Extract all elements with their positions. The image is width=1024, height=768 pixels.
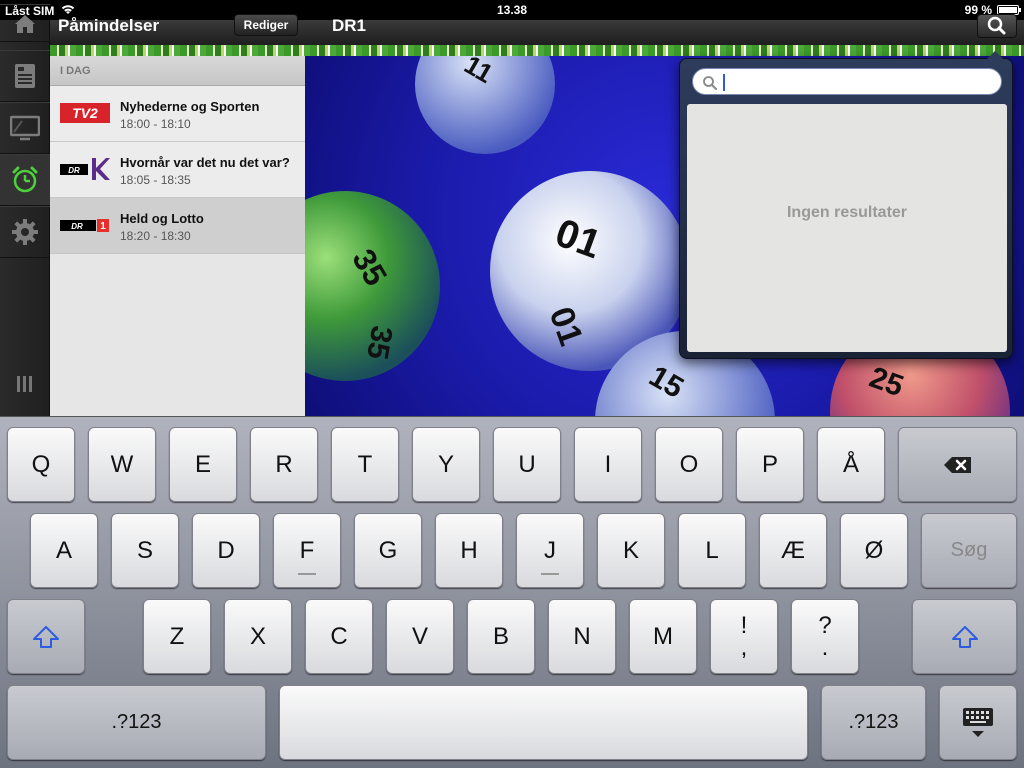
home-icon <box>15 15 35 33</box>
key-j-label: J <box>544 536 556 564</box>
reminder-list: I DAG TV2 Nyhederne og Sporten 18:00 - 1… <box>50 56 305 416</box>
sidebar-item-home[interactable] <box>0 4 50 42</box>
dr-k-logo: DR <box>60 158 110 180</box>
key-l[interactable]: L <box>678 513 746 588</box>
program-title: Nyhederne og Sporten <box>120 99 260 114</box>
list-item[interactable]: DR 1 Held og Lotto 18:20 - 18:30 <box>50 198 305 254</box>
program-time: 18:05 - 18:35 <box>120 173 191 187</box>
dr1-logo: DR 1 <box>60 219 109 232</box>
key-m[interactable]: M <box>629 599 697 674</box>
key-h[interactable]: H <box>435 513 503 588</box>
program-title: Held og Lotto <box>120 211 204 226</box>
tv2-logo: TV2 <box>60 103 110 123</box>
home-row-marker <box>541 573 559 575</box>
list-item[interactable]: TV2 Nyhederne og Sporten 18:00 - 18:10 <box>50 86 305 142</box>
shift-icon <box>951 625 978 648</box>
sidebar-item-settings[interactable] <box>0 206 50 258</box>
text-cursor <box>723 74 725 91</box>
key-q[interactable]: Q <box>7 427 75 502</box>
shift-key-right[interactable] <box>912 599 1017 674</box>
popover-arrow <box>986 51 1004 60</box>
alarm-clock-icon <box>12 166 38 193</box>
icon-sidebar <box>0 4 50 416</box>
key-n[interactable]: N <box>548 599 616 674</box>
program-time: 18:20 - 18:30 <box>120 229 191 243</box>
keyboard-dismiss-icon <box>963 707 993 737</box>
sidebar-item-guide[interactable] <box>0 50 50 102</box>
key-f[interactable]: F <box>273 513 341 588</box>
key-comma-label: , <box>740 633 748 661</box>
tv-icon <box>10 115 40 141</box>
clock: 13.38 <box>496 3 528 17</box>
key-y[interactable]: Y <box>412 427 480 502</box>
svg-text:DR: DR <box>71 222 83 231</box>
drag-handle[interactable] <box>17 376 32 392</box>
key-o[interactable]: O <box>655 427 723 502</box>
search-key[interactable]: Søg <box>921 513 1017 588</box>
search-icon <box>987 16 1006 35</box>
search-results: Ingen resultater <box>687 104 1007 352</box>
key-ae[interactable]: Æ <box>759 513 827 588</box>
section-header: I DAG <box>50 56 305 86</box>
search-icon <box>703 76 717 90</box>
tv-guide-icon <box>15 64 35 88</box>
key-v[interactable]: V <box>386 599 454 674</box>
svg-text:TV2: TV2 <box>72 105 98 121</box>
green-stripe <box>50 45 1024 56</box>
edit-button[interactable]: Rediger <box>234 14 298 36</box>
key-r[interactable]: R <box>250 427 318 502</box>
key-u[interactable]: U <box>493 427 561 502</box>
key-i[interactable]: I <box>574 427 642 502</box>
key-b[interactable]: B <box>467 599 535 674</box>
shift-key-left[interactable] <box>7 599 85 674</box>
on-screen-keyboard: Q W E R T Y U I O P Å A S D F G H J K L … <box>0 416 1024 768</box>
key-period-label: . <box>821 633 829 661</box>
key-p[interactable]: P <box>736 427 804 502</box>
backspace-key[interactable] <box>898 427 1017 502</box>
search-button[interactable] <box>977 14 1017 38</box>
sidebar-item-live[interactable] <box>0 102 50 154</box>
space-bar[interactable] <box>279 685 808 760</box>
key-oe[interactable]: Ø <box>840 513 908 588</box>
key-j[interactable]: J <box>516 513 584 588</box>
key-t[interactable]: T <box>331 427 399 502</box>
key-exclaim-comma[interactable]: !, <box>710 599 778 674</box>
key-k[interactable]: K <box>597 513 665 588</box>
shift-icon <box>33 625 59 648</box>
backspace-icon <box>943 456 971 473</box>
key-a[interactable]: A <box>30 513 98 588</box>
svg-text:35: 35 <box>360 323 398 362</box>
program-title: Hvornår var det nu det var? <box>120 155 290 170</box>
key-d[interactable]: D <box>192 513 260 588</box>
home-row-marker <box>298 573 316 575</box>
list-item[interactable]: DR Hvornår var det nu det var? 18:05 - 1… <box>50 142 305 198</box>
battery-fill <box>999 7 1017 13</box>
key-c[interactable]: C <box>305 599 373 674</box>
search-input[interactable] <box>723 72 993 92</box>
key-e[interactable]: E <box>169 427 237 502</box>
no-results-label: Ingen resultater <box>786 204 908 221</box>
key-g[interactable]: G <box>354 513 422 588</box>
hide-keyboard-key[interactable] <box>939 685 1017 760</box>
key-aa[interactable]: Å <box>817 427 885 502</box>
svg-text:DR: DR <box>68 166 80 175</box>
key-w[interactable]: W <box>88 427 156 502</box>
channel-title: DR1 <box>332 16 367 35</box>
svg-text:1: 1 <box>100 221 106 232</box>
program-time: 18:00 - 18:10 <box>120 117 191 131</box>
search-field[interactable] <box>692 68 1002 95</box>
numbers-key-left[interactable]: .?123 <box>7 685 266 760</box>
numbers-key-right[interactable]: .?123 <box>821 685 926 760</box>
search-popover: Ingen resultater <box>679 51 1013 359</box>
app-header: Påmindelser Rediger DR1 <box>0 14 1024 45</box>
key-x[interactable]: X <box>224 599 292 674</box>
key-f-label: F <box>299 536 315 564</box>
key-question-period[interactable]: ?. <box>791 599 859 674</box>
gear-icon <box>12 219 38 245</box>
key-s[interactable]: S <box>111 513 179 588</box>
sidebar-item-reminders[interactable] <box>0 154 50 206</box>
reminders-title: Påmindelser <box>58 16 160 35</box>
key-z[interactable]: Z <box>143 599 211 674</box>
